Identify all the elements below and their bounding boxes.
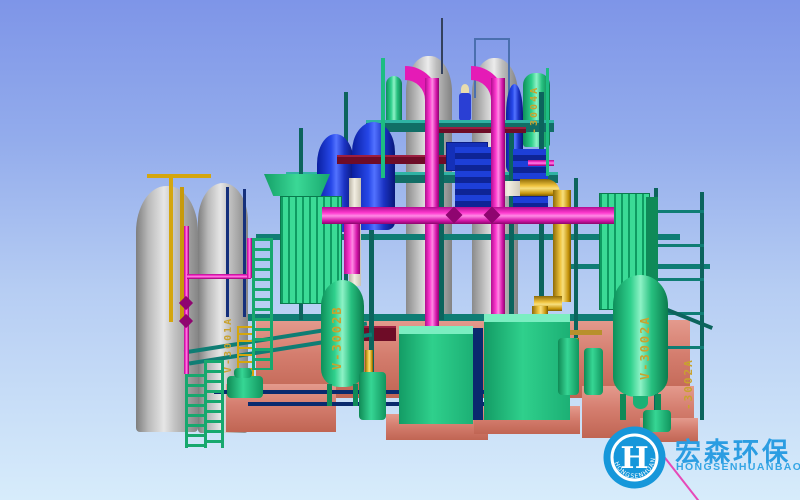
pump-center: [359, 372, 386, 420]
yellow-pipe-horizontal: [147, 174, 211, 178]
magenta-main-header: [322, 207, 614, 224]
thin-blue-pipe-2: [243, 189, 246, 317]
green-hopper: [264, 174, 330, 196]
logo-monogram: H: [620, 441, 648, 476]
blue-panel-2: [513, 149, 548, 207]
green-ladder-mid: [252, 238, 273, 370]
magenta-pipe-left-horizontal: [187, 274, 251, 279]
pump-left-motor: [234, 368, 252, 378]
plant-3d-render: V-3001A V-3002B V-3002A -3002A -3004A HO…: [0, 0, 800, 500]
green-frame-line-1: [381, 58, 385, 178]
vessel-leg: [353, 384, 358, 406]
beam-2: [248, 314, 652, 321]
tag-label-v3001a: V-3001A: [223, 304, 234, 386]
magenta-drop-pipe: [344, 218, 360, 274]
vent-pipe-1: [441, 18, 443, 74]
pump-right-2: [584, 348, 603, 395]
vessel-leg: [620, 394, 626, 420]
green-ladder-bottom-2: [204, 360, 224, 448]
green-tank-box-1: [399, 326, 473, 424]
magenta-riser-1: [425, 78, 439, 330]
logo-mark: HONGSENHUANBAO H: [603, 426, 666, 489]
magenta-stub: [528, 160, 554, 166]
blue-panel-1: [455, 147, 494, 207]
worker-figure-body: [459, 93, 471, 121]
tag-label-3004a: -3004A: [529, 78, 540, 142]
thin-blue-pipe-1: [226, 187, 229, 317]
maroon-beam-2: [438, 127, 526, 133]
tag-label-3002a-callout: -3002A: [682, 348, 695, 420]
pump-right-1: [558, 338, 579, 395]
yellow-pipe-vertical-1: [169, 178, 173, 322]
tag-label-v3002a: V-3002A: [638, 298, 652, 398]
tag-label-v3002b: V-3002B: [330, 286, 344, 390]
logo-name-english: HONGSENHUANBAO: [676, 461, 800, 473]
small-green-column: [386, 76, 402, 126]
frame-column: [700, 192, 704, 420]
green-frame-line-2: [546, 68, 549, 176]
